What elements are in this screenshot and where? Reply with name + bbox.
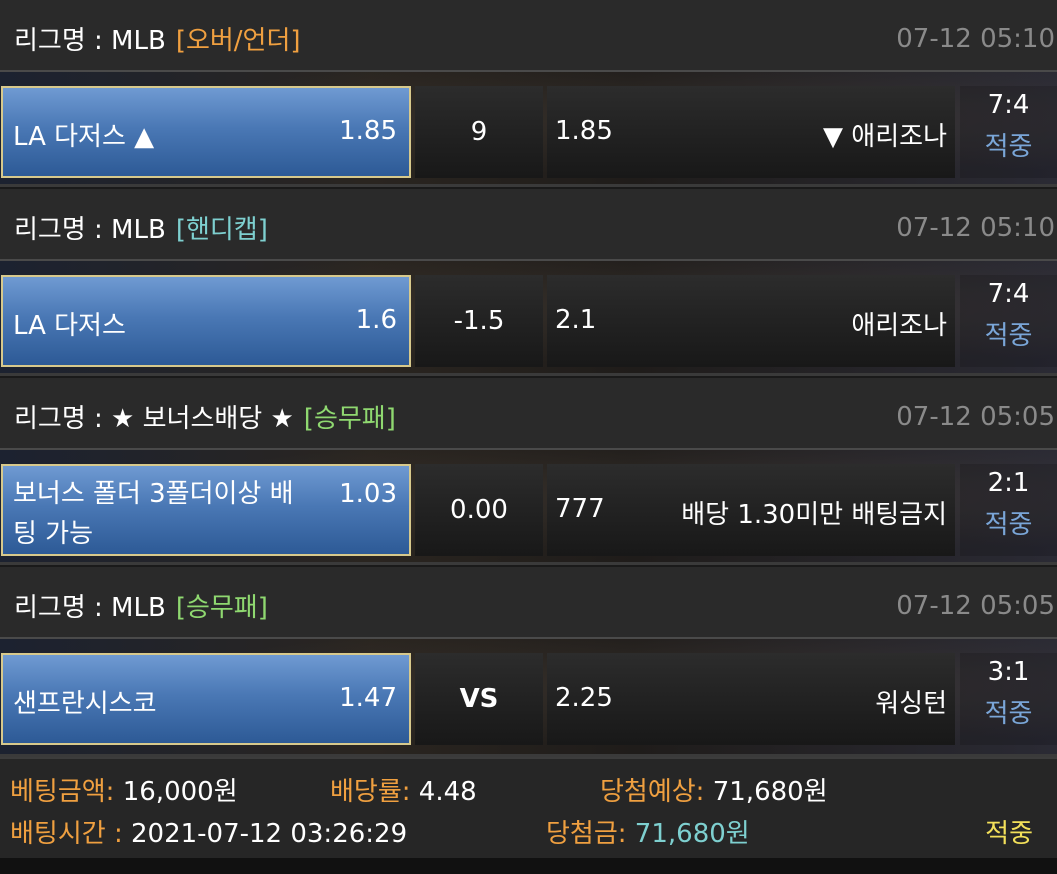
middle-label: VS xyxy=(459,684,499,714)
bet-time: 배팅시간 : 2021-07-12 03:26:29 xyxy=(10,813,407,850)
expected-win-value: 71,680원 xyxy=(712,777,828,807)
bet-time-value: 2021-07-12 03:26:29 xyxy=(130,819,408,849)
bet-row: LA 다저스 ▲ 1.85 9 1.85 ▼ 애리조나 7:4 적중 xyxy=(0,72,1057,187)
bet-row: 보너스 폴더 3폴더이상 배팅 가능 1.03 0.00 777 배당 1.30… xyxy=(0,450,1057,565)
league-label: 리그명 : MLB xyxy=(14,215,166,245)
score: 2:1 xyxy=(987,468,1030,498)
total-odds: 배당률: 4.48 xyxy=(330,771,477,808)
middle-value: VS xyxy=(415,653,543,745)
game-time: 07-12 05:10 xyxy=(896,213,1055,243)
score: 7:4 xyxy=(987,90,1030,120)
middle-label: 0.00 xyxy=(450,495,508,525)
away-team: ▼ 애리조나 xyxy=(823,122,947,152)
bottom-bar xyxy=(0,858,1057,874)
result-cell: 7:4 적중 xyxy=(960,275,1057,367)
result-cell: 2:1 적중 xyxy=(960,464,1057,556)
home-team: LA 다저스 xyxy=(13,311,126,341)
total-odds-label: 배당률: xyxy=(330,777,411,807)
away-pick-button[interactable]: 1.85 ▼ 애리조나 xyxy=(547,86,955,178)
result-status: 적중 xyxy=(984,699,1033,729)
middle-value: 0.00 xyxy=(415,464,543,556)
win-amount: 당첨금: 71,680원 xyxy=(546,813,750,850)
bet-type-tag: [오버/언더] xyxy=(175,26,301,56)
league-label: 리그명 : MLB xyxy=(14,593,166,623)
bet-summary: 베팅금액: 16,000원 배당률: 4.48 당첨예상: 71,680원 배팅… xyxy=(0,757,1057,874)
bet-type-tag: [승무패] xyxy=(175,593,268,623)
bet-header: 리그명 : MLB [오버/언더] 07-12 05:10 xyxy=(0,0,1057,72)
result-cell: 7:4 적중 xyxy=(960,86,1057,178)
home-pick-button[interactable]: 보너스 폴더 3폴더이상 배팅 가능 1.03 xyxy=(1,464,411,556)
result-cell: 3:1 적중 xyxy=(960,653,1057,745)
away-odds: 1.85 xyxy=(555,116,613,146)
bet-header: 리그명 : MLB [승무패] 07-12 05:05 xyxy=(0,567,1057,639)
home-odds: 1.47 xyxy=(339,683,397,713)
expected-win-label: 당첨예상: xyxy=(600,777,705,807)
home-pick-button[interactable]: 샌프란시스코 1.47 xyxy=(1,653,411,745)
win-amount-value: 71,680원 xyxy=(634,819,750,849)
result-status: 적중 xyxy=(984,321,1033,351)
win-amount-label: 당첨금: xyxy=(546,819,627,849)
expected-win: 당첨예상: 71,680원 xyxy=(600,771,828,808)
away-odds: 2.1 xyxy=(555,305,597,335)
home-pick-button[interactable]: LA 다저스 1.6 xyxy=(1,275,411,367)
score: 7:4 xyxy=(987,279,1030,309)
result-status: 적중 xyxy=(984,132,1033,162)
away-team: 워싱턴 xyxy=(875,689,947,719)
bet-row: 샌프란시스코 1.47 VS 2.25 워싱턴 3:1 적중 xyxy=(0,639,1057,757)
bet-time-label: 배팅시간 : xyxy=(10,819,123,849)
league-name: 리그명 : MLB [승무패] xyxy=(14,587,268,624)
league-label: 리그명 : MLB xyxy=(14,26,166,56)
bet-type-tag: [승무패] xyxy=(303,404,396,434)
bet-row: LA 다저스 1.6 -1.5 2.1 애리조나 7:4 적중 xyxy=(0,261,1057,376)
league-name: 리그명 : ★ 보너스배당 ★ [승무패] xyxy=(14,398,396,435)
away-odds: 2.25 xyxy=(555,683,613,713)
away-pick-button[interactable]: 2.25 워싱턴 xyxy=(547,653,955,745)
middle-value: 9 xyxy=(415,86,543,178)
middle-label: -1.5 xyxy=(453,306,505,336)
home-pick-button[interactable]: LA 다저스 ▲ 1.85 xyxy=(1,86,411,178)
away-pick-button[interactable]: 2.1 애리조나 xyxy=(547,275,955,367)
away-odds: 777 xyxy=(555,494,605,524)
result-status: 적중 xyxy=(984,510,1033,540)
total-odds-value: 4.48 xyxy=(418,777,477,807)
bet-amount-value: 16,000원 xyxy=(122,777,238,807)
bet-amount: 베팅금액: 16,000원 xyxy=(10,771,238,808)
game-time: 07-12 05:05 xyxy=(896,402,1055,432)
home-odds: 1.03 xyxy=(339,479,397,509)
bet-amount-label: 베팅금액: xyxy=(10,777,115,807)
final-status: 적중 xyxy=(985,819,1033,849)
bet-type-tag: [핸디캡] xyxy=(175,215,268,245)
middle-label: 9 xyxy=(470,117,488,147)
league-name: 리그명 : MLB [핸디캡] xyxy=(14,209,268,246)
home-team: 보너스 폴더 3폴더이상 배팅 가능 xyxy=(13,479,294,549)
bet-header: 리그명 : MLB [핸디캡] 07-12 05:10 xyxy=(0,189,1057,261)
home-odds: 1.85 xyxy=(339,116,397,146)
game-time: 07-12 05:10 xyxy=(896,24,1055,54)
home-team: LA 다저스 ▲ xyxy=(13,122,155,152)
away-pick-button[interactable]: 777 배당 1.30미만 배팅금지 xyxy=(547,464,955,556)
game-time: 07-12 05:05 xyxy=(896,591,1055,621)
middle-value: -1.5 xyxy=(415,275,543,367)
bet-header: 리그명 : ★ 보너스배당 ★ [승무패] 07-12 05:05 xyxy=(0,378,1057,450)
away-team: 애리조나 xyxy=(851,311,947,341)
home-odds: 1.6 xyxy=(355,305,397,335)
league-label: 리그명 : ★ 보너스배당 ★ xyxy=(14,404,294,434)
away-team: 배당 1.30미만 배팅금지 xyxy=(681,500,947,530)
league-name: 리그명 : MLB [오버/언더] xyxy=(14,20,301,57)
home-team: 샌프란시스코 xyxy=(13,689,157,719)
score: 3:1 xyxy=(987,657,1030,687)
